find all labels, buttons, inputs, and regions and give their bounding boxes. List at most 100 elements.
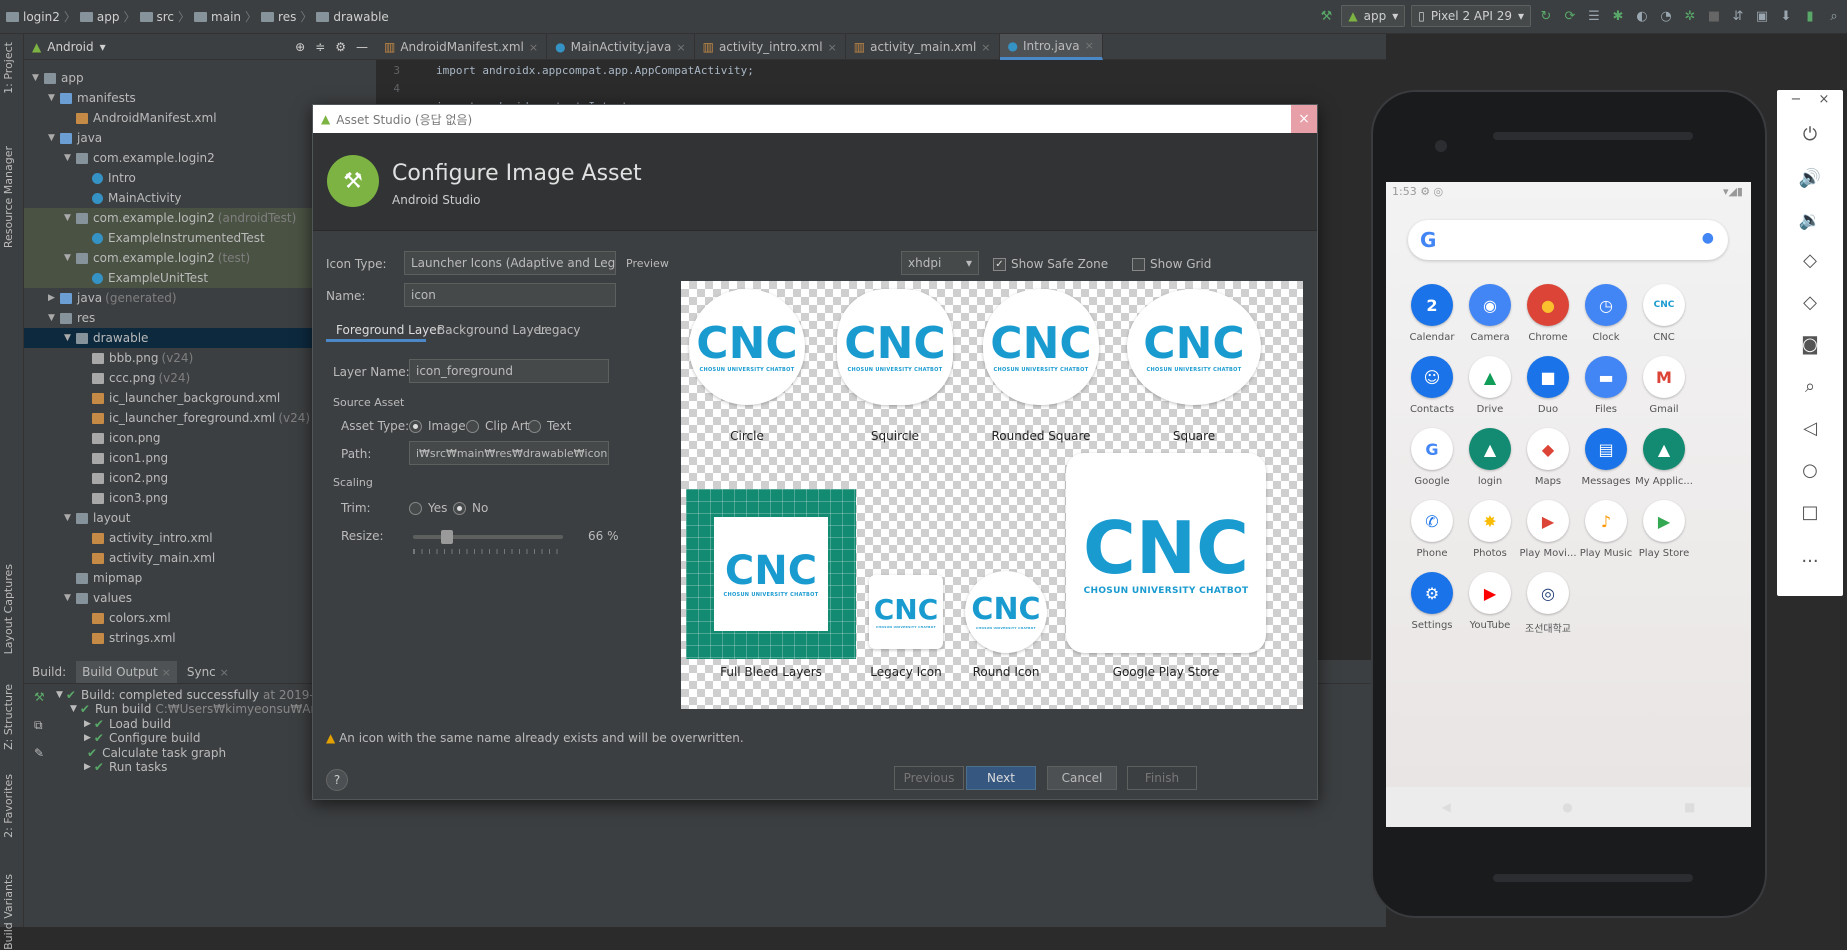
app-icon-messages[interactable]: ▤ Messages	[1574, 428, 1638, 487]
volume-down-icon[interactable]: 🔉	[1777, 210, 1843, 231]
back-icon[interactable]: ◀	[1442, 800, 1451, 814]
profile-icon[interactable]: ◐	[1633, 7, 1651, 25]
breadcrumb-item-project[interactable]: login2	[6, 10, 60, 24]
recents-icon[interactable]: ■	[1684, 800, 1695, 814]
debug-icon[interactable]: ✱	[1609, 7, 1627, 25]
trim-no-radio[interactable]: No	[453, 501, 488, 515]
app-icon-my-applic-[interactable]: ▲ My Applic...	[1632, 428, 1696, 487]
expand-arrow-icon[interactable]: ▼	[64, 513, 76, 523]
locate-icon[interactable]: ⊕	[295, 40, 305, 54]
stop-icon[interactable]: ■	[1705, 7, 1723, 25]
breadcrumb-item-drawable[interactable]: drawable	[316, 10, 389, 24]
asset-type-image-radio[interactable]: Image	[409, 419, 466, 433]
project-view-mode-select[interactable]: Android	[47, 40, 93, 54]
expand-arrow-icon[interactable]: ▼	[48, 133, 60, 143]
zoom-icon[interactable]: ⌕	[1777, 376, 1843, 397]
overview-icon[interactable]: □	[1777, 502, 1843, 523]
chevron-down-icon[interactable]: ▾	[100, 40, 106, 54]
trim-yes-radio[interactable]: Yes	[409, 501, 447, 515]
build-output-tab[interactable]: Build Output ×	[76, 660, 177, 683]
build-hammer-icon[interactable]: ⚒	[1317, 7, 1335, 25]
path-input[interactable]: i₩src₩main₩res₩drawable₩icon1.png▭	[409, 441, 609, 465]
app-icon-phone[interactable]: ✆ Phone	[1400, 500, 1464, 559]
close-icon[interactable]: ×	[828, 41, 837, 54]
app-icon-clock[interactable]: ◷ Clock	[1574, 284, 1638, 343]
finish-button[interactable]: Finish	[1127, 766, 1197, 790]
app-icon-duo[interactable]: ■ Duo	[1516, 356, 1580, 415]
pin-icon[interactable]: ✎	[34, 746, 44, 760]
app-icon-login[interactable]: ▲ login	[1458, 428, 1522, 487]
run-config-select[interactable]: ▲ app ▾	[1341, 5, 1406, 27]
next-button[interactable]: Next	[966, 766, 1036, 790]
search-icon[interactable]: ⌕	[1825, 7, 1843, 25]
app-icon-files[interactable]: ▬ Files	[1574, 356, 1638, 415]
structure-tool-tab[interactable]: Z: Structure	[2, 684, 15, 750]
device-select[interactable]: ▯ Pixel 2 API 29 ▾	[1411, 5, 1531, 27]
back-icon[interactable]: ◁	[1777, 418, 1843, 439]
phone-screen[interactable]: 1:53 ⚙ ◎ ▾◢▮ G ● 2 Calendar ◉ Camera ● Chrome…	[1386, 182, 1751, 827]
app-icon-photos[interactable]: ✸ Photos	[1458, 500, 1522, 559]
app-icon-drive[interactable]: ▲ Drive	[1458, 356, 1522, 415]
density-select[interactable]: xhdpi ▾	[901, 251, 979, 275]
app-icon-calendar[interactable]: 2 Calendar	[1400, 284, 1464, 343]
debug-run-icon[interactable]: ✲	[1681, 7, 1699, 25]
toggle-view-icon[interactable]: ⧉	[34, 718, 43, 733]
build-tree-item[interactable]: ▶ ✔ Run tasks	[84, 759, 167, 776]
close-icon[interactable]: ×	[162, 666, 171, 679]
expand-arrow-icon[interactable]: ▶	[84, 733, 91, 743]
expand-arrow-icon[interactable]: ▼	[32, 73, 44, 83]
sync-tab[interactable]: Sync ×	[187, 665, 229, 679]
help-button[interactable]: ?	[326, 769, 348, 791]
editor-tab[interactable]: ● Intro.java ×	[999, 34, 1103, 60]
asset-type-clipart-radio[interactable]: Clip Art	[466, 419, 529, 433]
app-icon-play-movi-[interactable]: ▶ Play Movi...	[1516, 500, 1580, 559]
editor-tab[interactable]: ▥ activity_main.xml ×	[846, 34, 1000, 60]
app-icon-gmail[interactable]: M Gmail	[1632, 356, 1696, 415]
editor-tab[interactable]: ▥ AndroidManifest.xml ×	[376, 34, 548, 60]
close-icon[interactable]: ×	[529, 41, 538, 54]
expand-arrow-icon[interactable]: ▼	[64, 253, 76, 263]
breadcrumb-item-main[interactable]: main	[194, 10, 241, 24]
sdk-manager-icon[interactable]: ⬇	[1777, 7, 1795, 25]
expand-arrow-icon[interactable]: ▼	[64, 593, 76, 603]
volume-up-icon[interactable]: 🔊	[1777, 168, 1843, 189]
app-icon-play-music[interactable]: ♪ Play Music	[1574, 500, 1638, 559]
app-icon-cnc[interactable]: CNC CNC	[1632, 284, 1696, 343]
close-button[interactable]: ×	[1291, 105, 1317, 133]
expand-arrow-icon[interactable]: ▶	[48, 293, 60, 303]
expand-arrow-icon[interactable]: ▶	[84, 719, 91, 729]
close-icon[interactable]: ×	[1085, 39, 1094, 52]
rotate-right-icon[interactable]: ◇	[1777, 292, 1843, 313]
gear-icon[interactable]: ⚙	[335, 40, 346, 54]
apply-changes-icon[interactable]: ↻	[1537, 7, 1555, 25]
breadcrumb-item-app[interactable]: app	[79, 10, 119, 24]
app-icon-youtube[interactable]: ▶ YouTube	[1458, 572, 1522, 631]
more-icon[interactable]: ...	[1777, 546, 1843, 567]
expand-arrow-icon[interactable]: ▼	[64, 153, 76, 163]
screenshot-icon[interactable]: ◙	[1777, 334, 1843, 355]
favorites-tool-tab[interactable]: 2: Favorites	[2, 774, 15, 838]
app-icon-settings[interactable]: ⚙ Settings	[1400, 572, 1464, 631]
app-icon-google[interactable]: G Google	[1400, 428, 1464, 487]
expand-arrow-icon[interactable]: ▶	[84, 762, 91, 772]
app-icon-chrome[interactable]: ● Chrome	[1516, 284, 1580, 343]
tab-background-layer[interactable]: Background Layer	[437, 323, 546, 337]
device-file-icon[interactable]: ▮	[1801, 7, 1819, 25]
app-icon-camera[interactable]: ◉ Camera	[1458, 284, 1522, 343]
editor-tab[interactable]: ▥ activity_intro.xml ×	[695, 34, 846, 60]
show-safe-zone-checkbox[interactable]: ✓ Show Safe Zone	[993, 257, 1108, 271]
google-search-bar[interactable]: G ●	[1408, 220, 1728, 260]
build-hammer-icon[interactable]: ⚒	[34, 690, 45, 704]
app-icon-조선대학교[interactable]: ◎ 조선대학교	[1516, 572, 1580, 635]
tab-foreground-layer[interactable]: Foreground Layer	[336, 323, 442, 337]
close-icon[interactable]: ×	[220, 666, 229, 679]
asset-type-text-radio[interactable]: Text	[528, 419, 571, 433]
expand-arrow-icon[interactable]: ▼	[70, 704, 77, 714]
tab-legacy[interactable]: Legacy	[538, 323, 581, 337]
cancel-button[interactable]: Cancel	[1047, 766, 1117, 790]
power-icon[interactable]: ⏻	[1777, 124, 1843, 145]
expand-arrow-icon[interactable]: ▼	[56, 690, 63, 700]
app-icon-play-store[interactable]: ▶ Play Store	[1632, 500, 1696, 559]
resize-slider-track[interactable]	[413, 530, 563, 544]
expand-arrow-icon[interactable]: ▼	[48, 93, 60, 103]
